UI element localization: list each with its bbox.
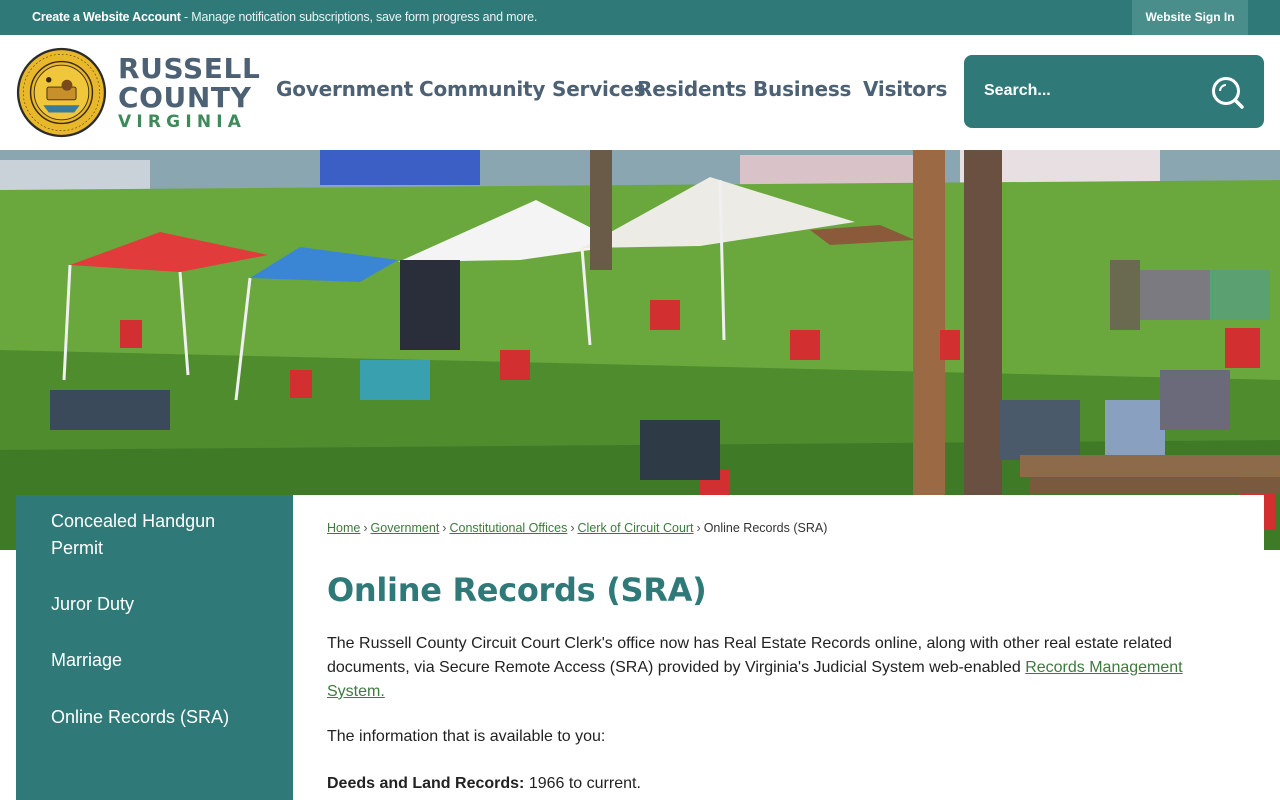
county-wordmark[interactable]: RUSSELL COUNTY VIRGINIA <box>118 54 260 132</box>
nav-government[interactable]: Government <box>276 77 413 107</box>
available-info-text: The information that is available to you… <box>327 728 606 745</box>
breadcrumb: Home › Government › Constitutional Offices › C… <box>327 521 827 535</box>
website-sign-in-button[interactable]: Website Sign In <box>1132 0 1248 35</box>
nav-community-services[interactable]: Community Services <box>419 77 646 107</box>
sidebar-item-juror-duty[interactable]: Juror Duty <box>51 591 271 618</box>
main-content: Home › Government › Constitutional Offices › C… <box>293 495 1264 800</box>
logo-russell: RUSSELL <box>118 52 261 85</box>
logo-virginia: VIRGINIA <box>118 112 247 132</box>
page-title: Online Records (SRA) <box>327 571 707 609</box>
top-utility-bar: Create a Website Account - Manage notifi… <box>0 0 1280 35</box>
breadcrumb-clerk-of-circuit-court[interactable]: Clerk of Circuit Court <box>578 521 694 535</box>
search-box <box>964 55 1264 128</box>
breadcrumb-government[interactable]: Government <box>371 521 440 535</box>
deeds-label: Deeds and Land Records: <box>327 775 525 792</box>
nav-visitors[interactable]: Visitors <box>863 77 947 107</box>
create-account-notice[interactable]: Create a Website Account - Manage notifi… <box>32 10 537 24</box>
sidebar-item-online-records[interactable]: Online Records (SRA) <box>51 704 271 731</box>
nav-residents[interactable]: Residents <box>637 77 747 107</box>
breadcrumb-separator: › <box>696 521 701 535</box>
create-account-description: - Manage notification subscriptions, sav… <box>180 10 538 24</box>
create-account-link[interactable]: Create a Website Account <box>32 10 181 24</box>
sidebar-nav: Concealed Handgun Permit Juror Duty Marr… <box>16 495 293 800</box>
search-input[interactable] <box>984 77 1194 105</box>
logo-county: COUNTY <box>118 81 252 114</box>
breadcrumb-constitutional-offices[interactable]: Constitutional Offices <box>449 521 567 535</box>
hero-banner-image <box>0 150 1280 550</box>
breadcrumb-separator: › <box>570 521 575 535</box>
site-header: RUSSELL COUNTY VIRGINIA Government Commu… <box>0 35 1280 150</box>
search-icon[interactable] <box>1210 75 1244 109</box>
sidebar-item-marriage[interactable]: Marriage <box>51 647 271 674</box>
sidebar-item-concealed-handgun-permit[interactable]: Concealed Handgun Permit <box>51 508 271 562</box>
deeds-records-line: Deeds and Land Records: 1966 to current. <box>327 772 1227 796</box>
county-seal-logo[interactable] <box>16 47 107 138</box>
breadcrumb-current: Online Records (SRA) <box>703 521 828 535</box>
breadcrumb-separator: › <box>442 521 447 535</box>
intro-paragraph: The Russell County Circuit Court Clerk's… <box>327 632 1227 704</box>
nav-business[interactable]: Business <box>753 77 851 107</box>
breadcrumb-home[interactable]: Home <box>327 521 360 535</box>
deeds-value: 1966 to current. <box>524 775 641 792</box>
breadcrumb-separator: › <box>363 521 368 535</box>
